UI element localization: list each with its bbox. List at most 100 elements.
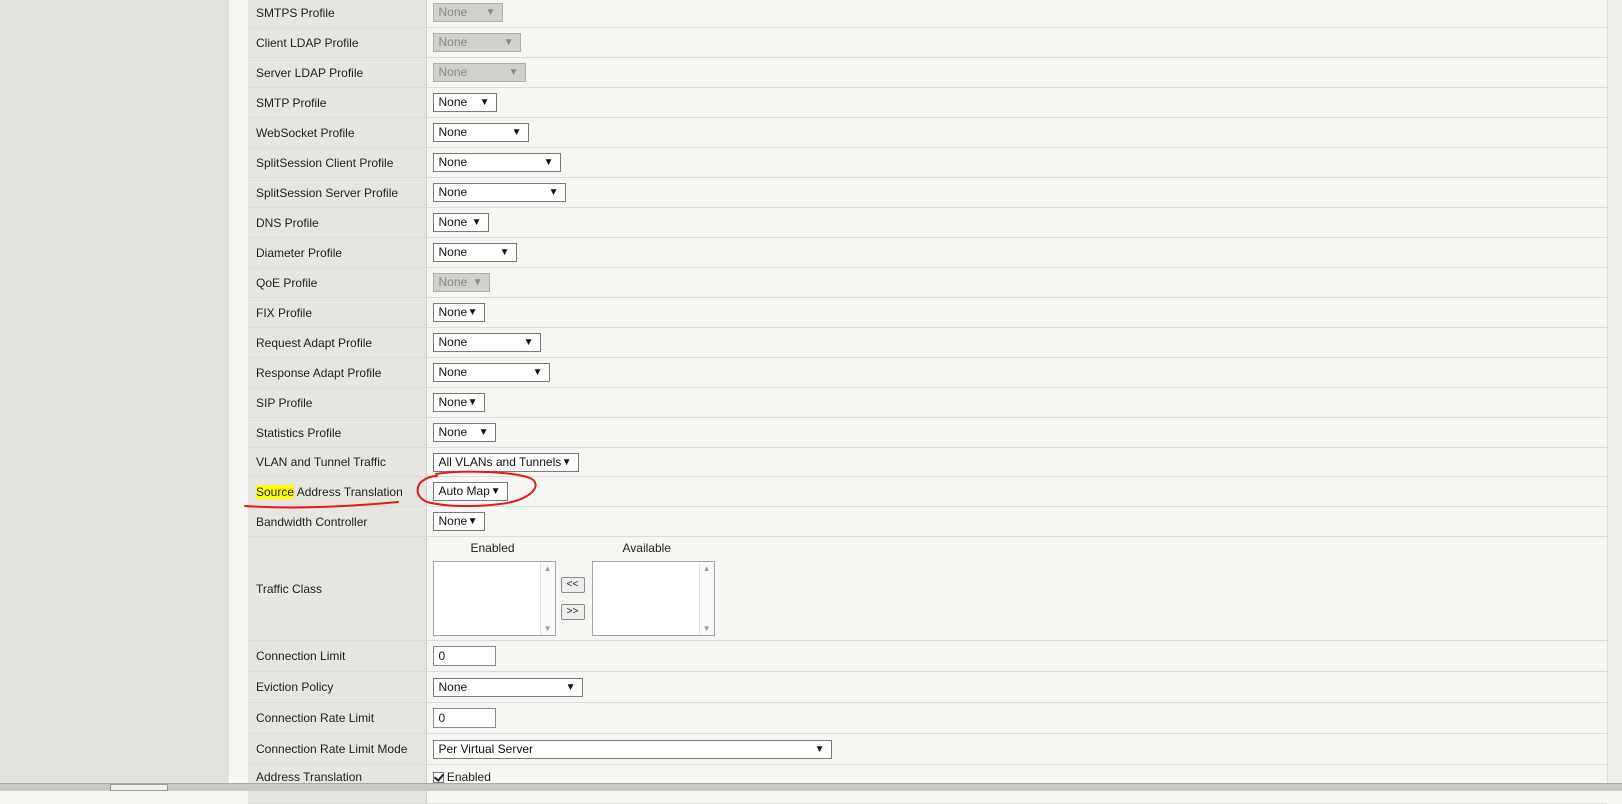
connection-rate-limit-input[interactable]: 0 (432, 708, 496, 728)
dropdown-arrow-icon: ▼ (467, 307, 478, 318)
dns-profile-select[interactable]: None ▼ (432, 213, 489, 232)
response-adapt-profile-select[interactable]: None ▼ (432, 363, 550, 382)
client-ldap-profile-select[interactable]: None ▼ (432, 33, 521, 52)
row-value: None ▼ (426, 357, 1607, 388)
row-value: Enabled Available ▲ ▼ << >> ▲ ▼ (426, 536, 1607, 641)
row-server-ldap-profile: Server LDAP Profile None ▼ (248, 57, 1607, 88)
select-value: None (438, 335, 468, 349)
row-client-ldap-profile: Client LDAP Profile None ▼ (248, 27, 1607, 58)
bandwidth-controller-select[interactable]: None ▼ (432, 512, 485, 531)
statistics-profile-select[interactable]: None ▼ (432, 423, 496, 442)
dropdown-arrow-icon: ▼ (543, 157, 554, 168)
available-listbox[interactable]: ▲ ▼ (591, 560, 715, 636)
row-request-adapt-profile: Request Adapt Profile None ▼ (248, 327, 1607, 358)
dropdown-arrow-icon: ▼ (523, 337, 534, 348)
dropdown-arrow-icon: ▼ (561, 456, 572, 468)
scroll-down-icon[interactable]: ▼ (703, 624, 711, 633)
select-value: None (438, 305, 468, 319)
smtp-profile-select[interactable]: None ▼ (432, 93, 497, 112)
row-smtp-profile: SMTP Profile None ▼ (248, 87, 1607, 118)
row-eviction-policy: Eviction Policy None ▼ (248, 671, 1607, 703)
dropdown-arrow-icon: ▼ (490, 486, 501, 497)
row-value: None ▼ (426, 237, 1607, 268)
address-translation-checkbox[interactable] (432, 772, 444, 784)
scroll-up-icon[interactable]: ▲ (544, 564, 552, 573)
row-value: 0 (426, 640, 1607, 672)
splitsession-client-profile-select[interactable]: None ▼ (432, 153, 561, 172)
select-value: None (438, 365, 468, 379)
qoe-profile-select[interactable]: None ▼ (432, 273, 490, 292)
row-value: None ▼ (426, 327, 1607, 358)
row-label: Diameter Profile (248, 237, 427, 268)
dropdown-arrow-icon: ▼ (548, 187, 559, 198)
row-diameter-profile: Diameter Profile None ▼ (248, 237, 1607, 268)
row-label: SIP Profile (248, 387, 427, 418)
select-value: None (438, 155, 468, 169)
dropdown-arrow-icon: ▼ (508, 67, 519, 78)
fix-profile-select[interactable]: None ▼ (432, 303, 485, 322)
sip-profile-select[interactable]: None ▼ (432, 393, 485, 412)
row-label: SplitSession Server Profile (248, 177, 427, 208)
smtps-profile-select[interactable]: None ▼ (432, 3, 503, 22)
dropdown-arrow-icon: ▼ (471, 217, 482, 228)
move-right-button[interactable]: >> (560, 603, 585, 620)
row-label: VLAN and Tunnel Traffic (248, 447, 427, 477)
dropdown-arrow-icon: ▼ (814, 743, 825, 755)
select-value: None (438, 395, 468, 409)
row-value: None ▼ (426, 57, 1607, 88)
row-value: None ▼ (426, 671, 1607, 703)
connection-limit-input[interactable]: 0 (432, 646, 496, 666)
dropdown-arrow-icon: ▼ (565, 681, 576, 693)
enabled-caption: Enabled (470, 540, 515, 555)
row-smtps-profile: SMTPS Profile None ▼ (248, 0, 1607, 28)
row-value: None ▼ (426, 506, 1607, 537)
dropdown-arrow-icon: ▼ (479, 97, 490, 108)
row-label: Connection Rate Limit Mode (248, 733, 427, 765)
row-connection-rate-limit-mode: Connection Rate Limit Mode Per Virtual S… (248, 733, 1607, 765)
row-label: FIX Profile (248, 297, 427, 328)
dropdown-arrow-icon: ▼ (503, 37, 514, 48)
row-connection-rate-limit: Connection Rate Limit 0 (248, 702, 1607, 734)
dropdown-arrow-icon: ▼ (485, 7, 496, 18)
websocket-profile-select[interactable]: None ▼ (432, 123, 529, 142)
row-label: Traffic Class (248, 536, 427, 641)
row-value: None ▼ (426, 147, 1607, 178)
row-label: Source Address Translation (248, 476, 427, 507)
scroll-down-icon[interactable]: ▼ (544, 624, 552, 633)
select-value: None (438, 679, 468, 694)
select-value: Auto Map (438, 484, 490, 498)
enabled-listbox[interactable]: ▲ ▼ (432, 560, 556, 636)
select-value: None (438, 35, 468, 49)
request-adapt-profile-select[interactable]: None ▼ (432, 333, 541, 352)
server-ldap-profile-select[interactable]: None ▼ (432, 63, 526, 82)
row-dns-profile: DNS Profile None ▼ (248, 207, 1607, 238)
row-value: Per Virtual Server ▼ (426, 733, 1607, 765)
select-value: None (438, 65, 468, 79)
row-statistics-profile: Statistics Profile None ▼ (248, 417, 1607, 448)
scroll-up-icon[interactable]: ▲ (703, 564, 711, 573)
eviction-policy-select[interactable]: None ▼ (432, 677, 583, 697)
vlan-and-tunnel-traffic-select[interactable]: All VLANs and Tunnels ▼ (432, 452, 579, 472)
row-bandwidth-controller: Bandwidth Controller None ▼ (248, 506, 1607, 537)
select-value: All VLANs and Tunnels (438, 454, 562, 469)
dropdown-arrow-icon: ▼ (511, 127, 522, 138)
row-value: None ▼ (426, 297, 1607, 328)
row-label: DNS Profile (248, 207, 427, 238)
row-connection-limit: Connection Limit 0 (248, 640, 1607, 672)
row-value: None ▼ (426, 117, 1607, 148)
splitsession-server-profile-select[interactable]: None ▼ (432, 183, 566, 202)
move-left-button[interactable]: << (560, 576, 585, 593)
row-label: Connection Limit (248, 640, 427, 672)
extra-rows: Source Address Translation Auto Map ▼ Ban… (248, 476, 1607, 804)
page-scrollbar[interactable] (1607, 0, 1622, 790)
row-value: None ▼ (426, 267, 1607, 298)
source-address-translation-select[interactable]: Auto Map ▼ (432, 482, 508, 501)
row-value: None ▼ (426, 207, 1607, 238)
row-splitsession-server-profile: SplitSession Server Profile None ▼ (248, 177, 1607, 208)
select-value: None (438, 185, 468, 199)
connection-rate-limit-mode-select[interactable]: Per Virtual Server ▼ (432, 739, 832, 759)
row-value: None ▼ (426, 27, 1607, 58)
dropdown-arrow-icon: ▼ (467, 397, 478, 408)
diameter-profile-select[interactable]: None ▼ (432, 243, 517, 262)
row-splitsession-client-profile: SplitSession Client Profile None ▼ (248, 147, 1607, 178)
